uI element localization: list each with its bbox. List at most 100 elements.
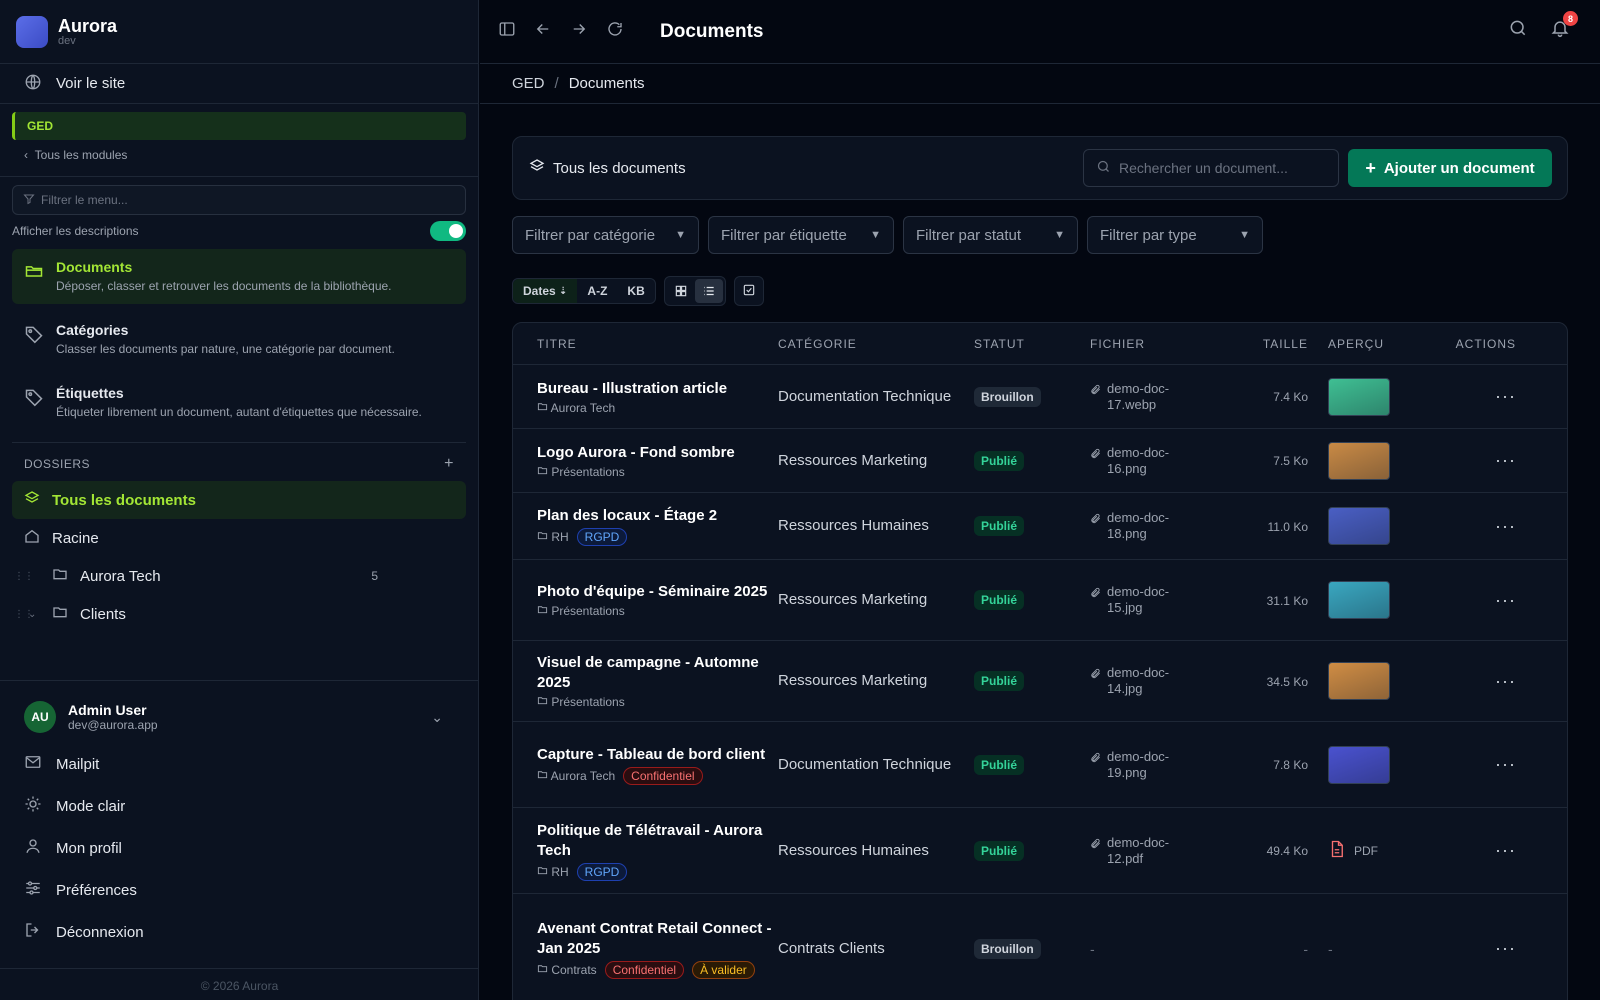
document-title[interactable]: Avenant Contrat Retail Connect - Jan 202… (537, 919, 778, 959)
all-modules-link[interactable]: ‹ Tous les modules (0, 140, 478, 170)
brand[interactable]: Aurora dev (0, 0, 478, 64)
user-menu[interactable]: AU Admin User dev@aurora.app ⌄ (0, 697, 479, 737)
menu-filter-input[interactable]: Filtrer le menu... (12, 185, 466, 215)
col-header-size[interactable]: TAILLE (1240, 337, 1308, 351)
search-input[interactable]: Rechercher un document... (1083, 149, 1339, 187)
more-actions-icon[interactable]: ··· (1495, 450, 1516, 470)
more-actions-icon[interactable]: ··· (1495, 590, 1516, 610)
select-mode-button[interactable] (733, 276, 764, 306)
document-title[interactable]: Capture - Tableau de bord client (537, 745, 778, 765)
document-file[interactable]: demo-doc-16.png (1090, 445, 1240, 477)
document-title[interactable]: Logo Aurora - Fond sombre (537, 443, 778, 463)
link-profile[interactable]: Mon profil (0, 827, 479, 869)
sort-view-bar: Dates ⇣ A-Z KB (512, 276, 764, 306)
more-actions-icon[interactable]: ··· (1495, 516, 1516, 536)
image-thumbnail[interactable] (1328, 662, 1390, 700)
folder-icon (537, 769, 548, 783)
type-filter[interactable]: Filtrer par type ▼ (1087, 216, 1263, 254)
more-actions-icon[interactable]: ··· (1495, 754, 1516, 774)
image-thumbnail[interactable] (1328, 441, 1390, 480)
document-file[interactable]: demo-doc-14.jpg (1090, 665, 1240, 697)
sidebar-toggle-icon[interactable] (498, 20, 516, 43)
refresh-icon[interactable] (606, 20, 624, 43)
col-header-status[interactable]: STATUT (974, 337, 1090, 351)
table-row[interactable]: Bureau - Illustration article Aurora Tec… (513, 365, 1567, 429)
table-row[interactable]: Logo Aurora - Fond sombre Présentations R… (513, 429, 1567, 493)
label-icon (24, 387, 44, 410)
search-icon[interactable] (1508, 18, 1528, 41)
image-thumbnail[interactable] (1328, 377, 1390, 416)
sort-az-button[interactable]: A-Z (577, 279, 617, 303)
add-folder-icon[interactable]: + (444, 455, 454, 473)
folder-aurora-tech[interactable]: ⋮⋮ Aurora Tech 5 (12, 557, 466, 595)
section-label-text: Tous les documents (553, 159, 686, 177)
col-header-title[interactable]: TITRE (513, 337, 778, 351)
drag-handle-icon[interactable]: ⋮⋮ (14, 571, 34, 582)
table-row[interactable]: Photo d'équipe - Séminaire 2025 Présenta… (513, 560, 1567, 641)
folder-icon (537, 695, 548, 709)
folder-root[interactable]: Racine (12, 519, 466, 557)
section-label: Tous les documents (529, 158, 686, 178)
document-title[interactable]: Photo d'équipe - Séminaire 2025 (537, 582, 778, 602)
breadcrumb-root[interactable]: GED (512, 75, 545, 92)
document-folder: Aurora Tech (537, 401, 615, 415)
folder-all-documents[interactable]: Tous les documents (12, 481, 466, 519)
table-row[interactable]: Plan des locaux - Étage 2 RH RGPD Ressourc… (513, 493, 1567, 560)
sort-kb-button[interactable]: KB (617, 279, 654, 303)
image-thumbnail[interactable] (1328, 507, 1390, 545)
more-actions-icon[interactable]: ··· (1495, 938, 1516, 958)
link-mailpit[interactable]: Mailpit (0, 743, 479, 785)
topbar: Documents 8 (480, 0, 1600, 64)
document-file-name: demo-doc-12.pdf (1107, 834, 1170, 866)
nav-item-documents[interactable]: Documents Déposer, classer et retrouver … (12, 249, 466, 304)
forward-icon[interactable] (570, 20, 588, 43)
link-light-mode[interactable]: Mode clair (0, 785, 479, 827)
link-logout[interactable]: Déconnexion (0, 911, 479, 953)
list-view-icon[interactable] (694, 279, 723, 303)
col-header-category[interactable]: CATÉGORIE (778, 337, 974, 351)
document-title[interactable]: Visuel de campagne - Automne 2025 (537, 653, 778, 693)
preview-empty: - (1328, 940, 1333, 957)
table-row[interactable]: Avenant Contrat Retail Connect - Jan 202… (513, 894, 1567, 1000)
table-row[interactable]: Capture - Tableau de bord client Aurora … (513, 722, 1567, 808)
visit-site-link[interactable]: Voir le site (0, 64, 478, 104)
notifications-button[interactable]: 8 (1550, 11, 1578, 41)
table-row[interactable]: Politique de Télétravail - Aurora Tech R… (513, 808, 1567, 894)
document-category: Ressources Marketing (778, 672, 928, 689)
category-filter[interactable]: Filtrer par catégorie ▼ (512, 216, 699, 254)
document-title[interactable]: Politique de Télétravail - Aurora Tech (537, 821, 778, 861)
descriptions-toggle[interactable] (430, 221, 466, 241)
more-actions-icon[interactable]: ··· (1495, 386, 1516, 406)
nav-item-labels[interactable]: Étiquettes Étiqueter librement un docume… (12, 375, 466, 430)
add-document-button[interactable]: + Ajouter un document (1348, 149, 1552, 187)
nav-item-categories[interactable]: Catégories Classer les documents par nat… (12, 312, 466, 367)
document-file[interactable]: demo-doc-19.png (1090, 749, 1240, 781)
cell-title: Politique de Télétravail - Aurora Tech R… (513, 821, 778, 881)
image-thumbnail[interactable] (1328, 581, 1390, 619)
chevron-down-icon[interactable]: ⌄ (28, 609, 36, 620)
more-actions-icon[interactable]: ··· (1495, 840, 1516, 860)
cell-actions: ··· (1420, 840, 1540, 861)
document-file[interactable]: demo-doc-17.webp (1090, 381, 1240, 413)
document-file[interactable]: demo-doc-18.png (1090, 510, 1240, 542)
folder-icon (537, 963, 548, 977)
document-title[interactable]: Plan des locaux - Étage 2 (537, 506, 778, 526)
label-filter[interactable]: Filtrer par étiquette ▼ (708, 216, 894, 254)
link-preferences[interactable]: Préférences (0, 869, 479, 911)
table-body: Bureau - Illustration article Aurora Tec… (513, 365, 1567, 1000)
col-header-file[interactable]: FICHIER (1090, 337, 1240, 351)
status-filter[interactable]: Filtrer par statut ▼ (903, 216, 1078, 254)
folder-icon (537, 865, 548, 879)
grid-view-icon[interactable] (667, 279, 695, 303)
document-title[interactable]: Bureau - Illustration article (537, 379, 778, 399)
paperclip-icon (1090, 835, 1101, 853)
image-thumbnail[interactable] (1328, 745, 1390, 784)
document-file[interactable]: demo-doc-15.jpg (1090, 584, 1240, 616)
sort-dates-button[interactable]: Dates ⇣ (513, 279, 578, 303)
folder-clients[interactable]: ⋮⋮ ⌄ Clients (12, 595, 466, 633)
document-file[interactable]: demo-doc-12.pdf (1090, 835, 1240, 867)
back-icon[interactable] (534, 20, 552, 43)
pdf-preview[interactable]: PDF (1328, 839, 1420, 862)
table-row[interactable]: Visuel de campagne - Automne 2025 Présen… (513, 641, 1567, 722)
more-actions-icon[interactable]: ··· (1495, 671, 1516, 691)
